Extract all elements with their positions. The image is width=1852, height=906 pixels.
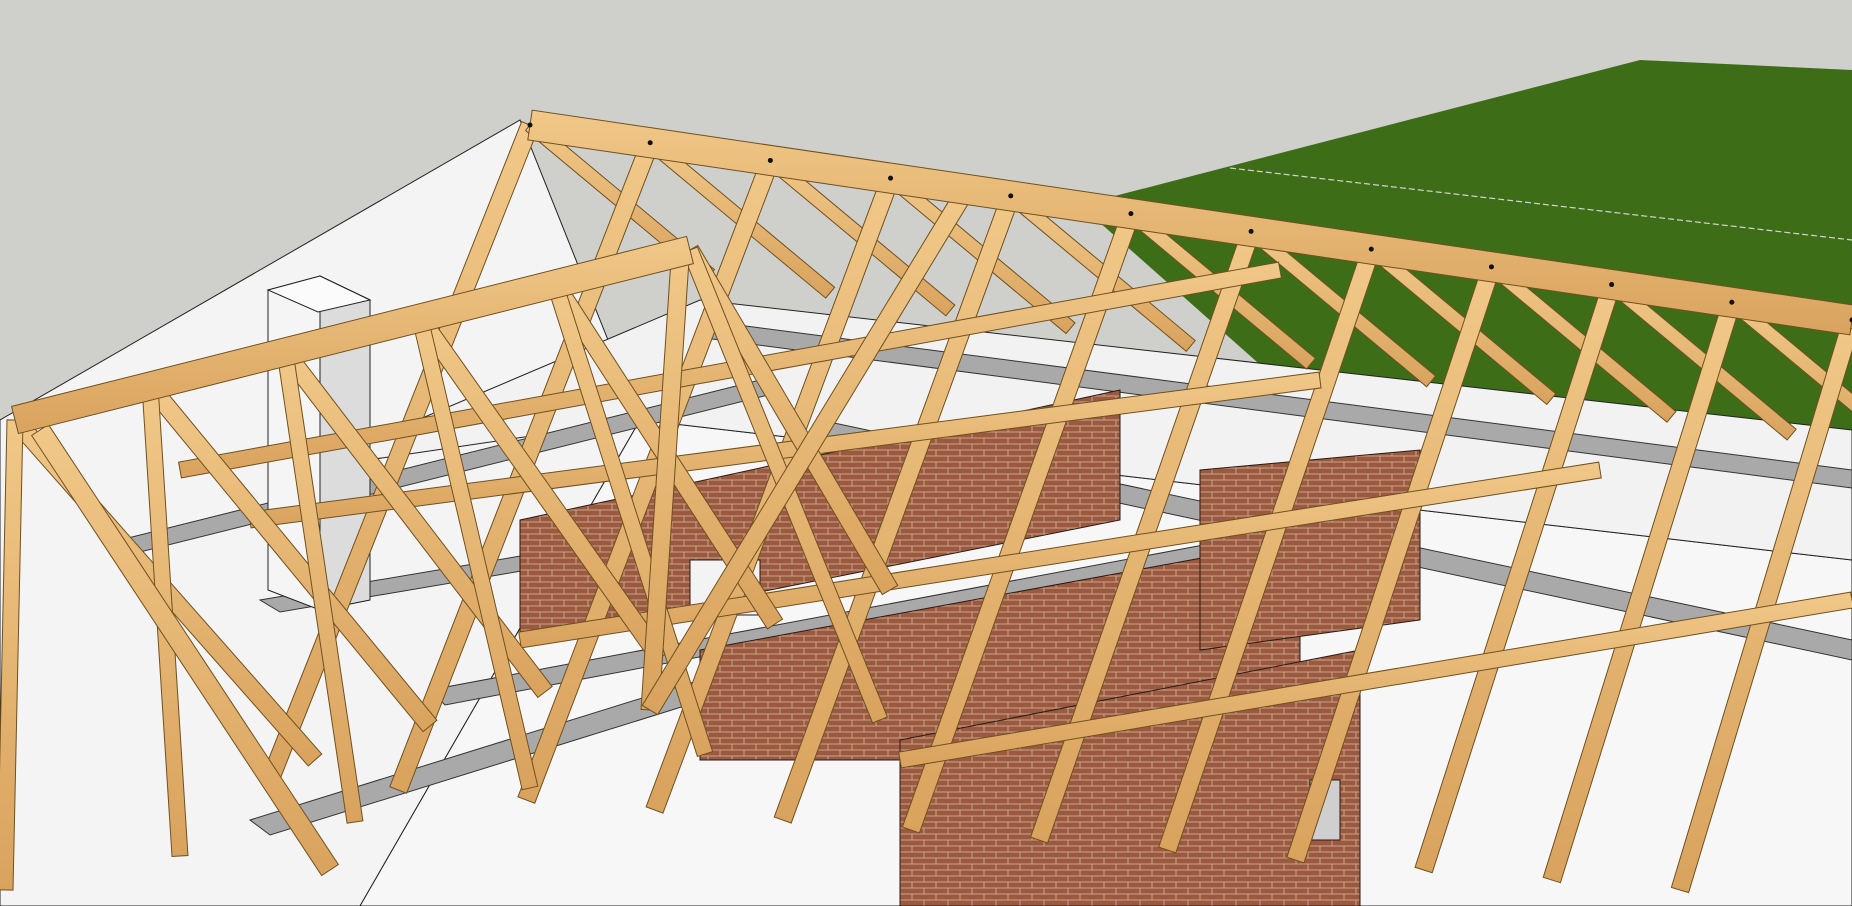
vertex-marker — [767, 157, 773, 163]
roof-truss-scene — [0, 0, 1852, 906]
vertex-marker — [1488, 264, 1494, 270]
vertex-marker — [1128, 211, 1134, 217]
model-viewport[interactable] — [0, 0, 1852, 906]
vertex-marker — [1008, 193, 1014, 199]
vertex-marker — [1368, 246, 1374, 252]
vertex-marker — [1609, 282, 1615, 288]
vertex-marker — [527, 122, 533, 128]
vertex-marker — [647, 140, 653, 146]
vertex-marker — [1248, 228, 1254, 234]
vertex-marker — [888, 175, 894, 181]
vertex-marker — [1729, 299, 1735, 305]
